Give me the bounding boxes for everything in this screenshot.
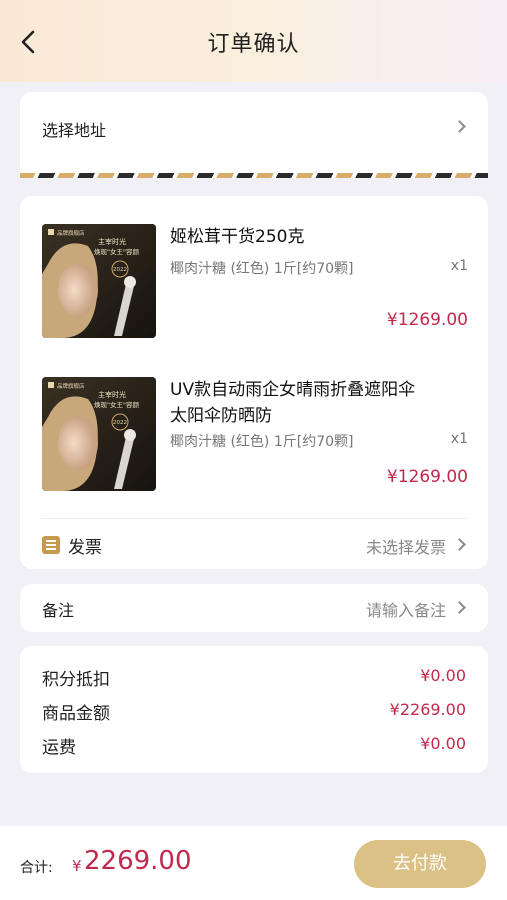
note-label: 备注: [42, 601, 75, 620]
address-label: 选择地址: [42, 121, 107, 140]
summary-row-goods: 商品金额 ¥2269.00: [42, 699, 466, 724]
total-currency: ¥: [72, 857, 82, 875]
summary-row-shipping: 运费 ¥0.00: [42, 733, 466, 758]
summary-value: ¥2269.00: [389, 700, 466, 719]
invoice-icon: [42, 536, 60, 554]
thumb-year: 2022: [113, 420, 127, 426]
product-image: 品牌旗舰店 主宰时光 焕现"女王"容颜 2022: [42, 224, 156, 338]
page-title: 订单确认: [207, 32, 300, 57]
invoice-selector[interactable]: 发票 未选择发票: [42, 532, 468, 558]
product-image: 品牌旗舰店 主宰时光 焕现"女王"容颜 2022: [42, 377, 156, 491]
summary-label: 运费: [42, 738, 76, 758]
product-thumbnail[interactable]: 品牌旗舰店 主宰时光 焕现"女王"容颜 2022: [42, 224, 156, 338]
envelope-stripe: [20, 173, 488, 178]
price-summary: 积分抵扣 ¥0.00 商品金额 ¥2269.00 运费 ¥0.00: [20, 646, 488, 773]
item-title-line: 姬松茸干货250克: [170, 227, 305, 247]
item-title-line: 太阳伞防晒防: [170, 406, 272, 426]
pay-button[interactable]: 去付款: [354, 840, 486, 888]
item-title: 姬松茸干货250克: [170, 224, 468, 250]
item-quantity: x1: [450, 431, 468, 447]
goods-card: 品牌旗舰店 主宰时光 焕现"女王"容颜 2022 姬松茸干货250克 椰肉汁糖 …: [20, 196, 488, 569]
summary-value: ¥0.00: [420, 666, 466, 685]
checkout-bar: 合计: ¥ 2269.00 去付款: [0, 826, 507, 900]
invoice-label: 发票: [68, 538, 102, 558]
thumb-tag1: 主宰时光: [98, 237, 126, 246]
note-row[interactable]: 备注 请输入备注: [20, 584, 488, 632]
product-thumbnail[interactable]: 品牌旗舰店 主宰时光 焕现"女王"容颜 2022: [42, 377, 156, 491]
chevron-right-icon: [453, 120, 466, 133]
summary-value: ¥0.00: [420, 734, 466, 753]
invoice-value: 未选择发票: [365, 538, 446, 557]
item-quantity: x1: [450, 258, 468, 274]
chevron-right-icon: [453, 538, 466, 551]
thumb-tag2: 焕现"女王"容颜: [94, 247, 139, 256]
summary-label: 积分抵扣: [42, 670, 110, 690]
summary-row-points: 积分抵扣 ¥0.00: [42, 665, 466, 690]
chevron-right-icon: [453, 601, 466, 614]
item-title-line: UV款自动雨企女晴雨折叠遮阳伞: [170, 380, 416, 400]
thumb-brand: 品牌旗舰店: [57, 382, 85, 390]
thumb-tag2: 焕现"女王"容颜: [94, 400, 139, 409]
thumb-year: 2022: [113, 267, 127, 273]
order-item[interactable]: 品牌旗舰店 主宰时光 焕现"女王"容颜 2022 UV款自动雨企女晴雨折叠遮阳伞…: [42, 377, 468, 493]
thumb-brand: 品牌旗舰店: [57, 229, 85, 237]
divider: [42, 518, 468, 519]
header-bar: 订单确认: [0, 0, 507, 82]
address-selector[interactable]: 选择地址: [20, 92, 488, 178]
item-spec: 椰肉汁糖 (红色) 1斤[约70颗]: [170, 261, 354, 277]
item-spec: 椰肉汁糖 (红色) 1斤[约70颗]: [170, 434, 354, 450]
note-input-placeholder[interactable]: 请输入备注: [366, 597, 446, 621]
total-amount: 2269.00: [84, 846, 192, 876]
item-title: UV款自动雨企女晴雨折叠遮阳伞 太阳伞防晒防: [170, 377, 468, 429]
order-item[interactable]: 品牌旗舰店 主宰时光 焕现"女王"容颜 2022 姬松茸干货250克 椰肉汁糖 …: [42, 224, 468, 340]
item-price: ¥1269.00: [386, 467, 468, 487]
item-price: ¥1269.00: [386, 310, 468, 330]
total-label: 合计:: [20, 860, 53, 876]
summary-label: 商品金额: [42, 704, 110, 724]
thumb-tag1: 主宰时光: [98, 390, 126, 399]
